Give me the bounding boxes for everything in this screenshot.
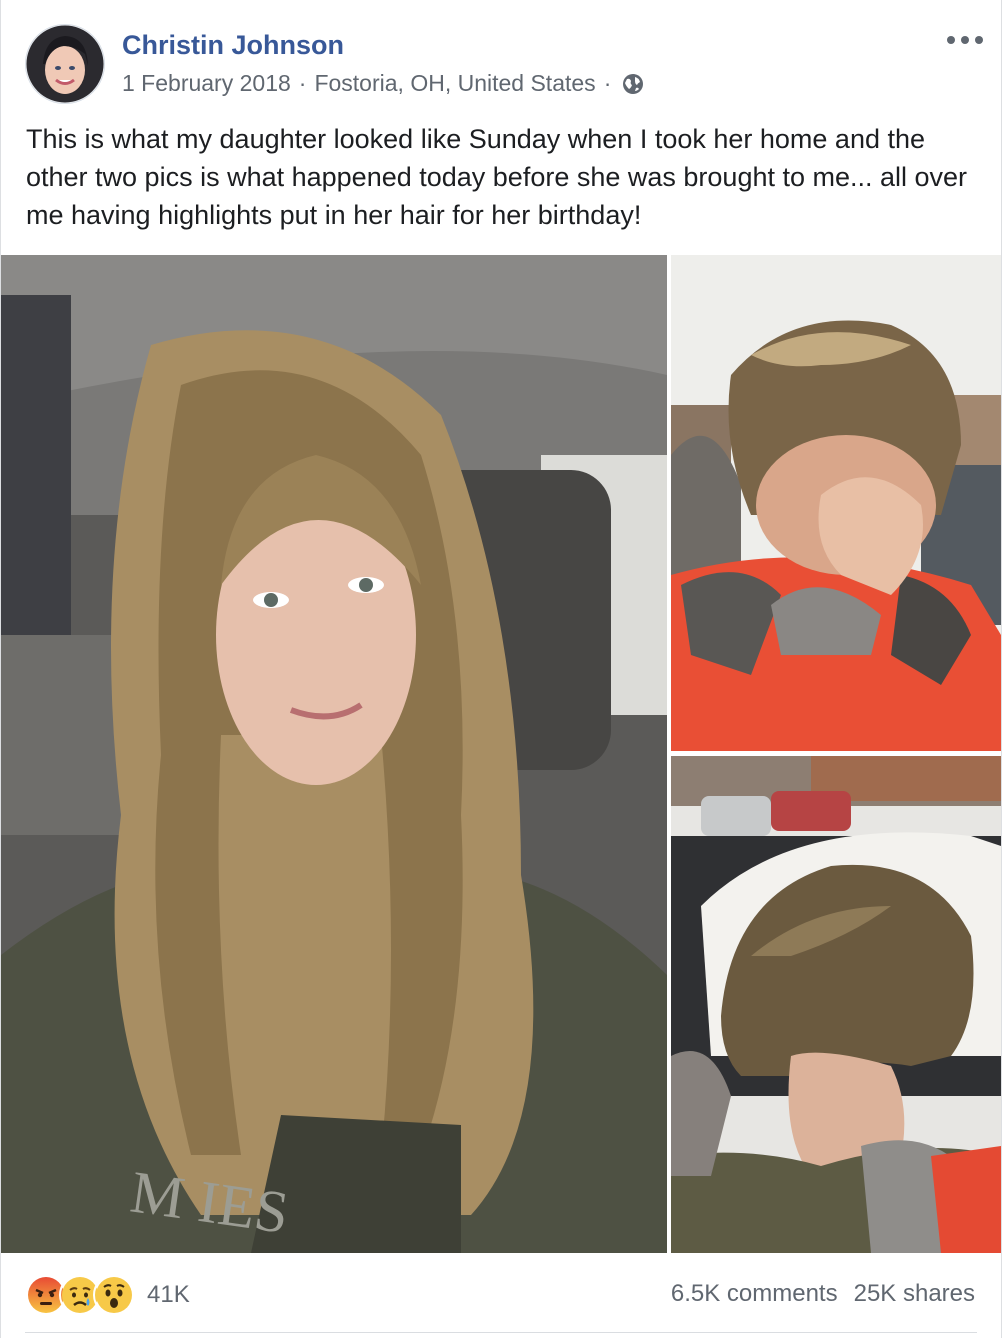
shares-count-link[interactable]: 25K shares <box>854 1280 975 1308</box>
post-location[interactable]: Fostoria, OH, United States <box>314 70 595 97</box>
post-date[interactable]: 1 February 2018 <box>122 70 291 97</box>
meta-separator: · <box>298 70 307 96</box>
photo-long-hair-selfie[interactable]: M IES <box>1 255 667 1253</box>
post-meta: 1 February 2018 · Fostoria, OH, United S… <box>122 70 645 97</box>
author-avatar[interactable] <box>25 24 105 104</box>
author-name-link[interactable]: Christin Johnson <box>122 30 344 61</box>
meta-separator: · <box>603 70 612 96</box>
photo-back-of-head-short-hair[interactable] <box>671 756 1001 1253</box>
avatar-image <box>25 24 105 104</box>
post-card: Christin Johnson 1 February 2018 · Fosto… <box>0 0 1002 1338</box>
post-text: This is what my daughter looked like Sun… <box>26 124 968 230</box>
divider <box>25 1332 977 1333</box>
engagement-stats: 6.5K comments 25K shares <box>671 1280 975 1308</box>
more-options-icon[interactable] <box>947 28 983 52</box>
reactions-summary[interactable]: 41K <box>25 1274 190 1316</box>
photo-crying-short-hair[interactable] <box>671 255 1001 751</box>
reaction-count[interactable]: 41K <box>147 1281 190 1309</box>
wow-reaction-icon <box>93 1274 135 1316</box>
comments-count-link[interactable]: 6.5K comments <box>671 1280 838 1308</box>
globe-icon[interactable] <box>621 72 645 96</box>
